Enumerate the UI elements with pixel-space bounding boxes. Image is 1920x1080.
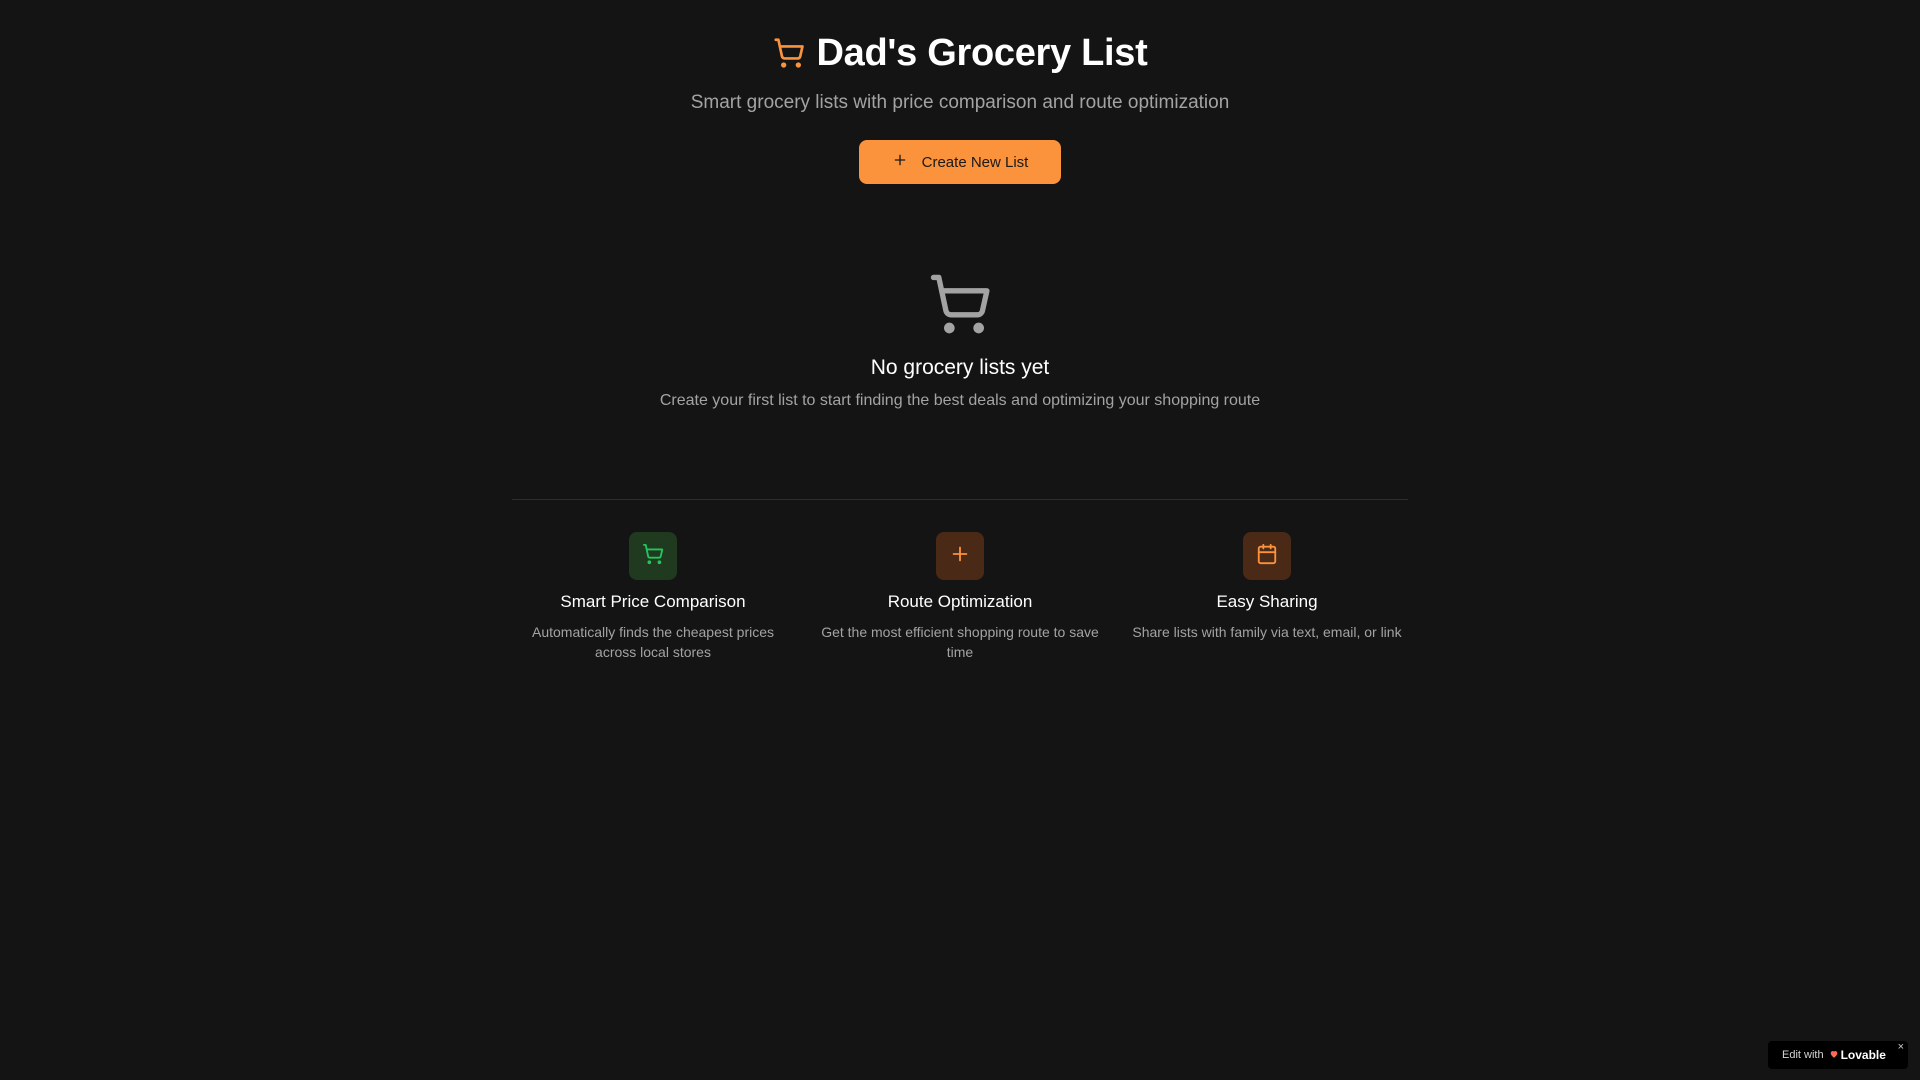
empty-state-title: No grocery lists yet <box>870 356 1050 379</box>
lovable-heart-icon <box>1829 1049 1839 1062</box>
page-subtitle: Smart grocery lists with price compariso… <box>690 92 1230 113</box>
shopping-cart-icon <box>773 37 805 69</box>
feature-easy-sharing: Easy Sharing Share lists with family via… <box>1126 532 1408 662</box>
feature-title: Route Optimization <box>887 592 1033 611</box>
title-row: Dad's Grocery List <box>0 28 1920 78</box>
page: Dad's Grocery List Smart grocery lists w… <box>0 0 1920 1080</box>
feature-price-comparison: Smart Price Comparison Automatically fin… <box>512 532 794 662</box>
feature-icon-tile <box>1243 532 1291 580</box>
badge-brand: Lovable <box>1840 1048 1886 1062</box>
feature-route-optimization: Route Optimization Get the most efficien… <box>819 532 1101 662</box>
shopping-cart-icon <box>0 272 1920 336</box>
empty-state-description: Create your first list to start finding … <box>659 392 1261 409</box>
calendar-icon <box>1256 543 1278 570</box>
feature-icon-tile <box>629 532 677 580</box>
empty-state: No grocery lists yet Create your first l… <box>0 272 1920 410</box>
feature-title: Smart Price Comparison <box>560 592 746 611</box>
feature-description: Share lists with family via text, email,… <box>1132 624 1402 640</box>
plus-icon <box>892 152 908 172</box>
close-icon[interactable]: × <box>1898 1041 1904 1053</box>
features-section: Smart Price Comparison Automatically fin… <box>512 532 1408 662</box>
create-new-list-button[interactable]: Create New List <box>859 140 1061 184</box>
page-title: Dad's Grocery List <box>816 31 1148 74</box>
create-new-list-label: Create New List <box>921 153 1029 171</box>
feature-description: Automatically finds the cheapest prices … <box>531 624 774 660</box>
feature-icon-tile <box>936 532 984 580</box>
page-header: Dad's Grocery List Smart grocery lists w… <box>0 28 1920 114</box>
shopping-cart-icon <box>642 543 664 570</box>
feature-title: Easy Sharing <box>1216 592 1318 611</box>
edit-with-lovable-badge[interactable]: Edit with Lovable × <box>1768 1041 1908 1069</box>
badge-prefix: Edit with <box>1782 1049 1824 1061</box>
section-divider <box>512 499 1408 500</box>
feature-description: Get the most efficient shopping route to… <box>821 624 1099 660</box>
plus-icon <box>949 543 971 570</box>
